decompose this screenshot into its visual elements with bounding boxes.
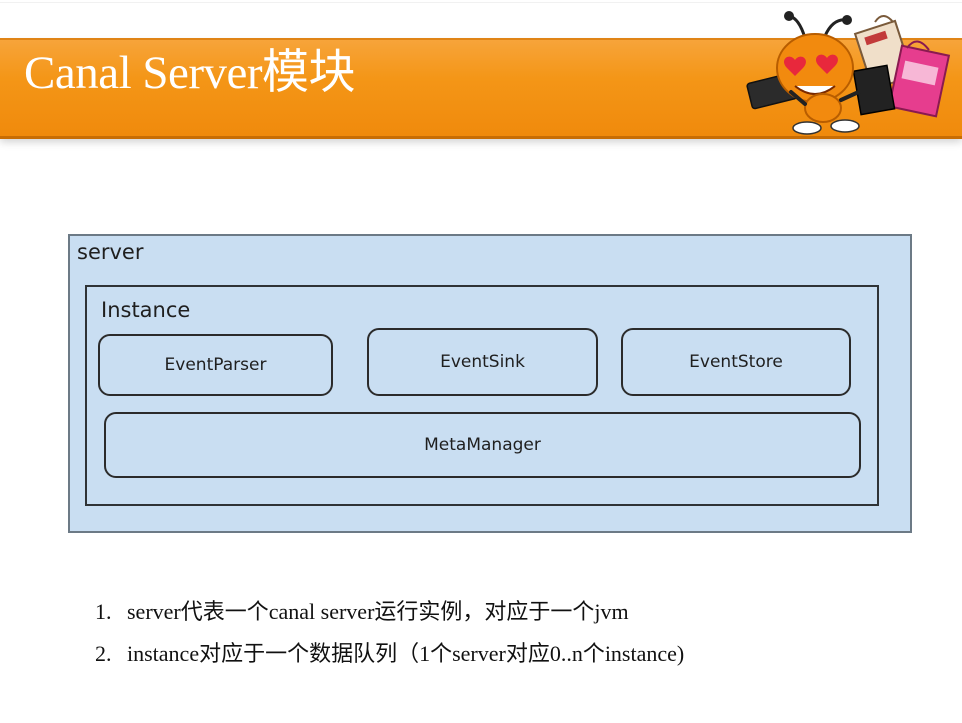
ant-mascot-icon [746,11,951,135]
meta-manager-box: MetaManager [104,412,861,478]
notes-list: 1. server代表一个canal server运行实例，对应于一个jvm 2.… [95,597,684,681]
top-divider [0,2,962,3]
event-parser-box: EventParser [98,334,333,396]
note-number: 2. [95,641,112,666]
event-store-box: EventStore [621,328,851,396]
slide: Canal Server模块 server Instance EventPars… [0,0,962,723]
note-item: 1. server代表一个canal server运行实例，对应于一个jvm [95,597,684,639]
note-number: 1. [95,599,112,624]
note-item: 2. instance对应于一个数据队列（1个server对应0..n个insta… [95,639,684,681]
event-sink-box: EventSink [367,328,598,396]
note-text: instance对应于一个数据队列（1个server对应0..n个instanc… [127,641,685,666]
slide-title: Canal Server模块 [24,47,356,99]
instance-label: Instance [101,298,191,322]
note-text: server代表一个canal server运行实例，对应于一个jvm [127,599,629,624]
server-label: server [77,240,144,264]
